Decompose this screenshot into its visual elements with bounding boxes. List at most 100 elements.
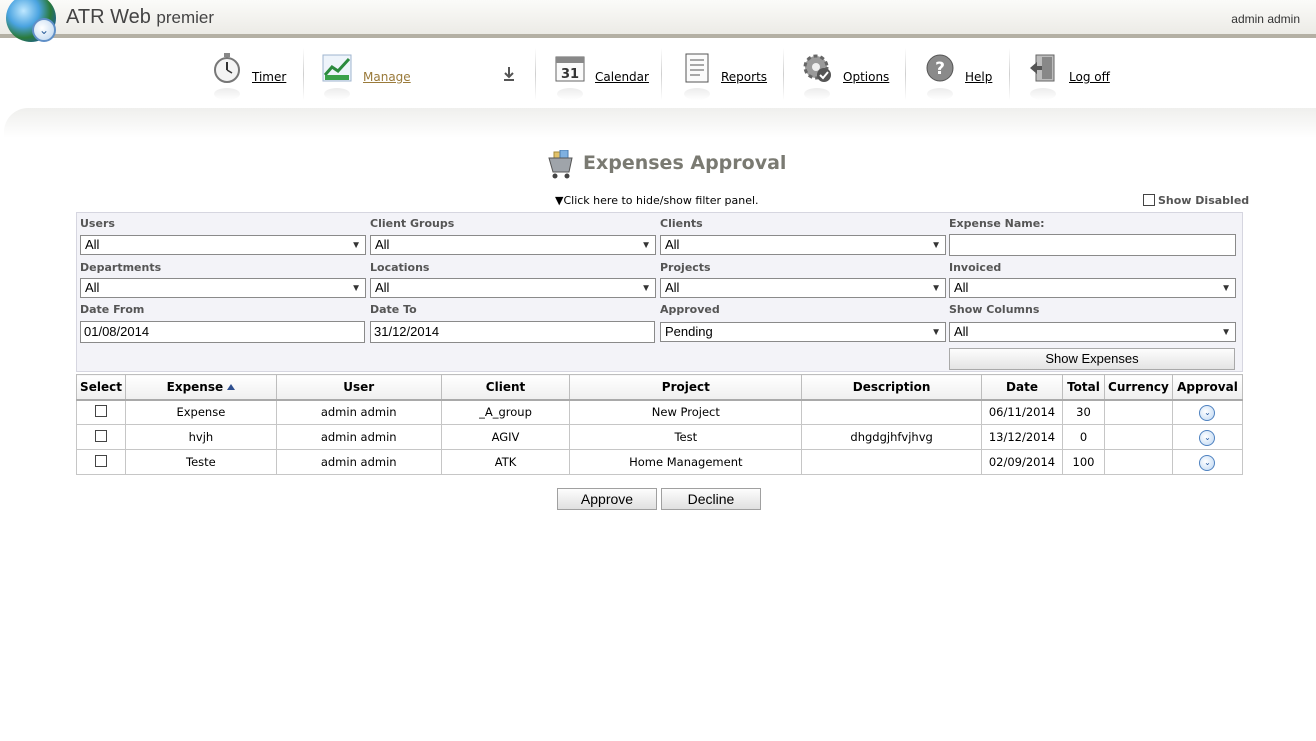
select-cell: [76, 424, 126, 450]
users-select[interactable]: All ▼: [80, 235, 366, 255]
departments-select[interactable]: All ▼: [80, 278, 366, 298]
locations-label: Locations: [370, 261, 430, 274]
clients-label: Clients: [660, 217, 703, 230]
select-cell: [76, 399, 126, 425]
projects-label: Projects: [660, 261, 711, 274]
date-cell: 06/11/2014: [981, 399, 1063, 425]
report-icon: [682, 52, 712, 100]
date-from-input[interactable]: 01/08/2014: [80, 321, 365, 343]
chevron-down-icon: ▼: [1221, 283, 1231, 294]
client-cell: ATK: [440, 449, 571, 475]
chevron-down-icon: ▼: [931, 283, 941, 294]
gear-icon: [802, 52, 832, 100]
col-expense-label[interactable]: Expense: [167, 380, 224, 394]
show-disabled-label: Show Disabled: [1158, 194, 1250, 207]
expense-cell: hvjh: [124, 424, 277, 450]
nav-timer-label[interactable]: Timer: [252, 70, 286, 84]
table-row: Teste admin admin ATK Home Management 02…: [76, 449, 1244, 475]
locations-select[interactable]: All ▼: [370, 278, 656, 298]
col-date[interactable]: Date: [981, 374, 1063, 401]
projects-select[interactable]: All ▼: [660, 278, 946, 298]
approval-clock-icon[interactable]: ⌄: [1199, 429, 1216, 446]
locations-value: All: [375, 280, 390, 295]
row-checkbox[interactable]: [94, 429, 107, 442]
user-cell: admin admin: [275, 424, 442, 450]
col-project[interactable]: Project: [569, 374, 803, 401]
total-cell: 0: [1061, 424, 1105, 450]
col-client[interactable]: Client: [440, 374, 571, 401]
projects-value: All: [665, 280, 680, 295]
nav-options[interactable]: Options: [802, 52, 894, 108]
show-disabled-checkbox[interactable]: [1143, 194, 1155, 206]
total-cell: 100: [1061, 449, 1105, 475]
chevron-down-icon: ▼: [1221, 327, 1231, 338]
download-arrow-icon[interactable]: [502, 66, 516, 82]
clients-select[interactable]: All ▼: [660, 235, 946, 255]
app-title: ATR Web premier: [66, 6, 214, 29]
nav-calendar[interactable]: 31 Calendar: [555, 52, 650, 108]
sort-ascending-icon: [227, 383, 236, 390]
client-cell: AGIV: [440, 424, 571, 450]
users-label: Users: [80, 217, 115, 230]
approval-cell: ⌄: [1171, 399, 1244, 425]
nav-options-label[interactable]: Options: [843, 70, 889, 84]
col-approval[interactable]: Approval: [1171, 374, 1244, 401]
nav-help[interactable]: ? Help: [925, 52, 995, 108]
approved-value: Pending: [665, 324, 713, 339]
help-icon: ?: [925, 52, 955, 100]
row-checkbox[interactable]: [94, 454, 107, 467]
col-currency[interactable]: Currency: [1103, 374, 1173, 401]
approval-clock-icon[interactable]: ⌄: [1199, 404, 1216, 421]
decline-button[interactable]: Decline: [661, 488, 761, 510]
col-expense[interactable]: Expense: [124, 374, 277, 401]
departments-label: Departments: [80, 261, 162, 274]
date-to-input[interactable]: 31/12/2014: [370, 321, 655, 343]
show-disabled-option[interactable]: Show Disabled: [1143, 194, 1249, 207]
show-expenses-button[interactable]: Show Expenses: [949, 348, 1235, 370]
client-groups-select[interactable]: All ▼: [370, 235, 656, 255]
show-columns-select[interactable]: All ▼: [949, 322, 1236, 342]
expense-name-label: Expense Name:: [949, 217, 1045, 230]
approved-select[interactable]: Pending ▼: [660, 322, 946, 342]
description-cell: [801, 399, 983, 425]
chevron-down-icon: ▼: [931, 240, 941, 251]
nav-manage[interactable]: Manage: [322, 52, 417, 108]
nav-logoff-label[interactable]: Log off: [1069, 70, 1110, 84]
top-banner: ⌄ ATR Web premier admin admin: [0, 0, 1316, 42]
col-total[interactable]: Total: [1061, 374, 1105, 401]
nav-help-label[interactable]: Help: [965, 70, 992, 84]
nav-logoff[interactable]: Log off: [1028, 52, 1118, 108]
show-columns-value: All: [954, 324, 969, 339]
filter-toggle-label[interactable]: Click here to hide/show filter panel.: [563, 194, 758, 207]
logoff-icon: [1028, 52, 1058, 100]
date-cell: 13/12/2014: [981, 424, 1063, 450]
invoiced-label: Invoiced: [949, 261, 1002, 274]
nav-divider: [535, 48, 536, 100]
description-cell: dhgdgjhfvjhvg: [801, 424, 983, 450]
row-checkbox[interactable]: [94, 404, 107, 417]
expense-name-input[interactable]: [949, 234, 1236, 256]
stopwatch-icon: [212, 52, 242, 100]
col-user[interactable]: User: [275, 374, 442, 401]
nav-divider: [661, 48, 662, 100]
date-from-label: Date From: [80, 303, 145, 316]
nav-calendar-label[interactable]: Calendar: [595, 70, 649, 84]
clock-badge-icon: ⌄: [32, 18, 56, 42]
total-cell: 30: [1061, 399, 1105, 425]
filter-panel-toggle[interactable]: ▼Click here to hide/show filter panel.: [555, 194, 759, 207]
currency-cell: [1103, 449, 1173, 475]
user-cell: admin admin: [275, 449, 442, 475]
expense-cell: Teste: [124, 449, 277, 475]
nav-manage-label[interactable]: Manage: [363, 70, 411, 84]
approve-button[interactable]: Approve: [557, 488, 657, 510]
approval-clock-icon[interactable]: ⌄: [1199, 454, 1216, 471]
col-description[interactable]: Description: [801, 374, 983, 401]
invoiced-select[interactable]: All ▼: [949, 278, 1236, 298]
nav-timer[interactable]: Timer: [212, 52, 292, 108]
expense-cell: Expense: [124, 399, 277, 425]
client-groups-value: All: [375, 237, 390, 252]
nav-reports-label[interactable]: Reports: [721, 70, 767, 84]
table-header-row: Select Expense User Client Project Descr…: [76, 374, 1244, 401]
users-value: All: [85, 237, 100, 252]
nav-reports[interactable]: Reports: [682, 52, 772, 108]
